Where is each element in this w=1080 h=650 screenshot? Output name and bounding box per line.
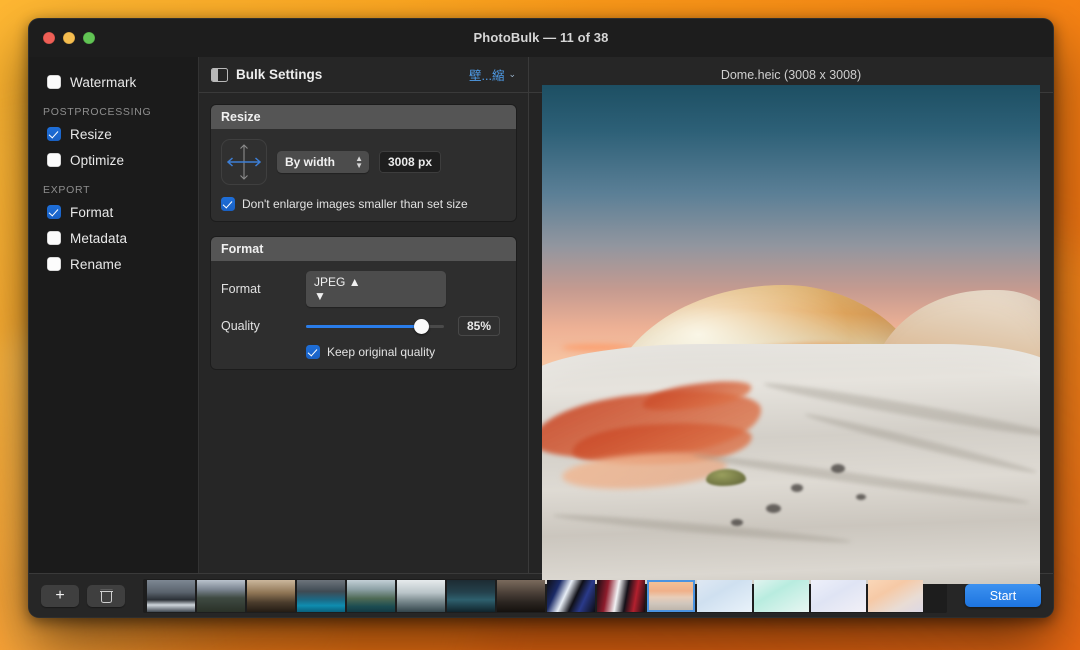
format-select-value: JPEG: [314, 275, 346, 289]
list-item[interactable]: [247, 579, 295, 612]
checkbox-rename[interactable]: [47, 257, 61, 271]
quality-field-label: Quality: [221, 319, 260, 333]
window-titlebar: PhotoBulk — 11 of 38: [29, 19, 1053, 57]
list-item[interactable]: [811, 579, 866, 612]
resize-group: Resize By width ▲ ▼ 3008 px Don't enlarg…: [211, 105, 516, 221]
settings-scroll-area: Resize By width ▲ ▼ 3008 px Don't enlarg…: [199, 93, 528, 573]
list-item-selected[interactable]: [647, 579, 695, 612]
sidebar-item-metadata[interactable]: Metadata: [29, 225, 198, 251]
sidebar-item-rename[interactable]: Rename: [29, 251, 198, 277]
resize-arrows-icon: [221, 139, 267, 185]
sidebar: Watermark POSTPROCESSING Resize Optimize…: [29, 57, 199, 573]
sidebar-item-format[interactable]: Format: [29, 199, 198, 225]
bottom-toolbar: + Start: [29, 573, 1053, 617]
list-item[interactable]: [297, 579, 345, 612]
sidebar-item-label: Format: [70, 204, 114, 220]
window-title: PhotoBulk — 11 of 38: [473, 30, 609, 45]
sidebar-item-optimize[interactable]: Optimize: [29, 147, 198, 173]
resize-controls-row: By width ▲ ▼ 3008 px: [221, 139, 506, 185]
format-group-body: Format JPEG ▲ ▼ Quality 85% Keep origina…: [211, 261, 516, 369]
traffic-lights: [43, 32, 95, 44]
sidebar-item-label: Optimize: [70, 152, 125, 168]
sidebar-item-label: Metadata: [70, 230, 128, 246]
keep-original-row[interactable]: Keep original quality: [306, 345, 506, 359]
checkbox-format[interactable]: [47, 205, 61, 219]
sidebar-item-watermark[interactable]: Watermark: [29, 69, 198, 95]
delete-files-button[interactable]: [87, 584, 125, 607]
list-item[interactable]: [868, 579, 923, 612]
list-item[interactable]: [597, 579, 645, 612]
checkbox-dont-enlarge[interactable]: [221, 197, 235, 211]
format-field-label: Format: [221, 282, 261, 296]
settings-header: Bulk Settings 壁...縮 ⌄: [199, 57, 528, 93]
resize-group-title: Resize: [211, 105, 516, 129]
settings-title: Bulk Settings: [236, 67, 323, 82]
slider-fill: [306, 325, 420, 328]
trash-icon: [99, 589, 113, 603]
resize-size-input[interactable]: 3008 px: [379, 151, 442, 173]
checkbox-watermark[interactable]: [47, 75, 61, 89]
sidebar-panel-icon[interactable]: [211, 67, 228, 82]
slider-knob[interactable]: [413, 318, 429, 334]
window-body: Watermark POSTPROCESSING Resize Optimize…: [29, 57, 1053, 584]
close-button[interactable]: [43, 32, 55, 44]
quality-percent-input[interactable]: 85%: [458, 316, 500, 336]
sidebar-item-resize[interactable]: Resize: [29, 121, 198, 147]
stepper-arrows-icon: ▲ ▼: [355, 154, 363, 170]
preview-stage: [529, 85, 1053, 584]
resize-group-body: By width ▲ ▼ 3008 px Don't enlarge images…: [211, 129, 516, 221]
chevron-down-icon: ⌄: [508, 69, 516, 79]
format-group-title: Format: [211, 237, 516, 261]
list-item[interactable]: [147, 579, 195, 612]
quality-slider[interactable]: [306, 318, 444, 334]
list-item[interactable]: [197, 579, 245, 612]
checkbox-keep-original-quality[interactable]: [306, 345, 320, 359]
dont-enlarge-label: Don't enlarge images smaller than set si…: [242, 197, 468, 211]
format-select-row: Format JPEG ▲ ▼: [221, 271, 506, 307]
sidebar-item-label: Rename: [70, 256, 122, 272]
photo-pothole: [855, 494, 866, 501]
preset-dropdown[interactable]: 壁...縮 ⌄: [469, 65, 516, 84]
sidebar-section-export: EXPORT: [43, 184, 91, 196]
sidebar-item-label: Watermark: [70, 74, 137, 90]
sidebar-section-postprocessing: POSTPROCESSING: [43, 106, 152, 118]
resize-mode-value: By width: [285, 155, 335, 169]
list-item[interactable]: [697, 579, 752, 612]
sidebar-item-label: Resize: [70, 126, 112, 142]
checkbox-metadata[interactable]: [47, 231, 61, 245]
settings-panel: Bulk Settings 壁...縮 ⌄ Resize By width ▲ …: [199, 57, 529, 573]
start-button[interactable]: Start: [965, 584, 1041, 607]
list-item[interactable]: [497, 579, 545, 612]
preview-panel: Dome.heic (3008 x 3008): [529, 57, 1053, 584]
list-item[interactable]: [547, 579, 595, 612]
checkbox-optimize[interactable]: [47, 153, 61, 167]
dont-enlarge-row[interactable]: Don't enlarge images smaller than set si…: [221, 197, 506, 211]
list-item[interactable]: [347, 579, 395, 612]
photobulk-window: PhotoBulk — 11 of 38 Watermark POSTPROCE…: [28, 18, 1054, 618]
format-select[interactable]: JPEG ▲ ▼: [306, 271, 446, 307]
zoom-button[interactable]: [83, 32, 95, 44]
minimize-button[interactable]: [63, 32, 75, 44]
format-group: Format Format JPEG ▲ ▼ Quality 85% Keep …: [211, 237, 516, 369]
keep-original-label: Keep original quality: [327, 345, 436, 359]
resize-mode-select[interactable]: By width ▲ ▼: [277, 151, 369, 173]
list-item[interactable]: [754, 579, 809, 612]
preset-label: 壁...縮: [469, 69, 505, 83]
checkbox-resize[interactable]: [47, 127, 61, 141]
add-files-button[interactable]: +: [41, 584, 79, 607]
plus-icon: +: [55, 586, 65, 604]
list-item[interactable]: [397, 579, 445, 612]
desktop-wallpaper: PhotoBulk — 11 of 38 Watermark POSTPROCE…: [0, 0, 1080, 650]
list-item[interactable]: [447, 579, 495, 612]
quality-row: Quality 85%: [221, 316, 506, 336]
preview-image: [542, 85, 1040, 584]
